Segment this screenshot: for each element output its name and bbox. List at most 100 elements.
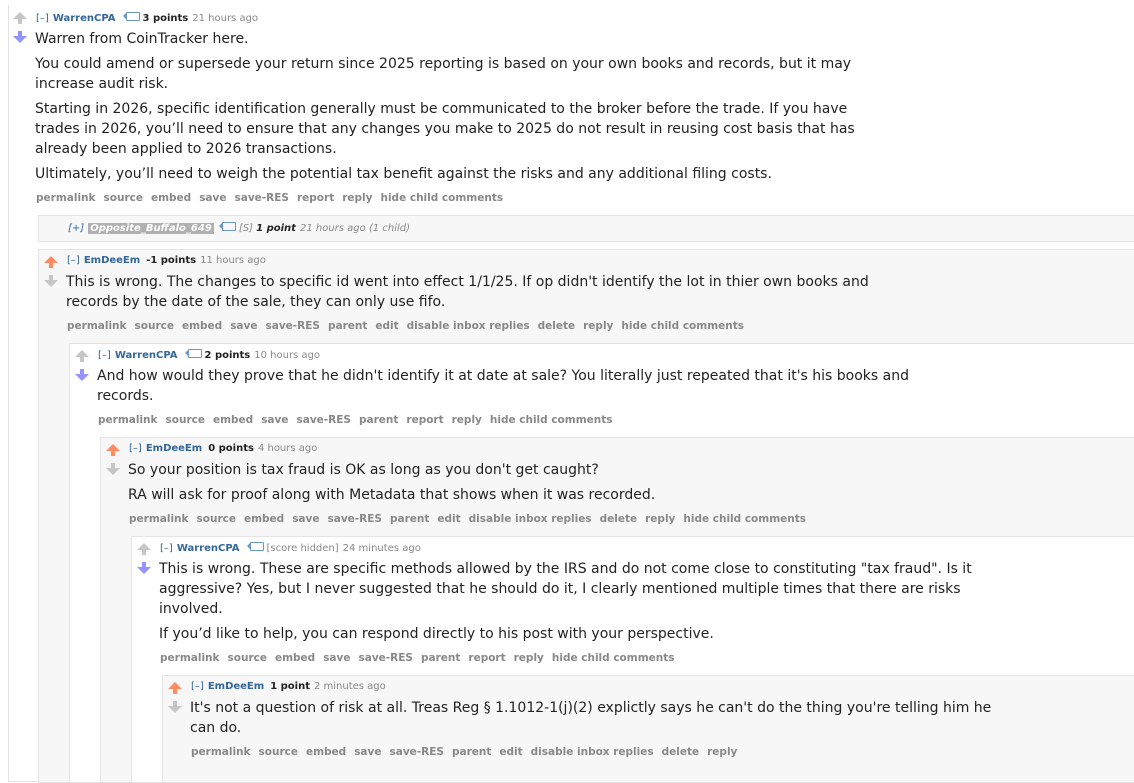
user-tag-icon[interactable] <box>218 222 236 231</box>
embed-button[interactable]: embed <box>244 513 284 525</box>
reply-button[interactable]: reply <box>645 513 675 525</box>
comment-author[interactable]: Opposite_Buffalo_649 <box>88 223 214 234</box>
source-button[interactable]: source <box>197 513 236 525</box>
report-button[interactable]: report <box>297 192 334 204</box>
comment-time: 4 hours ago <box>257 443 318 454</box>
permalink-button[interactable]: permalink <box>160 652 220 664</box>
save-res-button[interactable]: save-RES <box>328 513 382 525</box>
disable-inbox-replies-button[interactable]: disable inbox replies <box>469 513 592 525</box>
delete-button[interactable]: delete <box>662 746 700 758</box>
collapse-toggle[interactable]: [–] <box>36 13 49 24</box>
parent-button[interactable]: parent <box>390 513 429 525</box>
upvote-arrow-icon[interactable] <box>137 543 151 555</box>
collapse-toggle[interactable]: [–] <box>98 350 111 361</box>
save-button[interactable]: save <box>354 746 381 758</box>
user-tag-icon[interactable] <box>246 542 264 551</box>
collapse-toggle[interactable]: [–] <box>191 681 204 692</box>
permalink-button[interactable]: permalink <box>36 192 96 204</box>
report-button[interactable]: report <box>468 652 505 664</box>
embed-button[interactable]: embed <box>151 192 191 204</box>
comment-score: 0 points <box>208 443 254 454</box>
downvote-arrow-icon[interactable] <box>168 701 182 713</box>
comment-author[interactable]: WarrenCPA <box>115 350 178 361</box>
downvote-arrow-icon[interactable] <box>137 562 151 574</box>
comment-6-body: It's not a question of risk at all. Trea… <box>190 698 1020 743</box>
hide-child-comments-button[interactable]: hide child comments <box>552 652 675 664</box>
permalink-button[interactable]: permalink <box>98 414 158 426</box>
upvote-arrow-icon[interactable] <box>168 682 182 694</box>
hide-child-comments-button[interactable]: hide child comments <box>683 513 806 525</box>
embed-button[interactable]: embed <box>306 746 346 758</box>
upvote-arrow-icon[interactable] <box>75 350 89 362</box>
comment-paragraph: If you’d like to help, you can respond d… <box>159 626 714 642</box>
comment-3-tagline: [–] WarrenCPA 2 points 10 hours ago <box>98 349 320 362</box>
permalink-button[interactable]: permalink <box>129 513 189 525</box>
save-button[interactable]: save <box>323 652 350 664</box>
save-res-button[interactable]: save-RES <box>235 192 289 204</box>
comment-author[interactable]: EmDeeEm <box>146 443 202 454</box>
downvote-arrow-icon[interactable] <box>13 31 27 43</box>
save-button[interactable]: save <box>230 320 257 332</box>
source-button[interactable]: source <box>259 746 298 758</box>
save-button[interactable]: save <box>261 414 288 426</box>
disable-inbox-replies-button[interactable]: disable inbox replies <box>531 746 654 758</box>
save-res-button[interactable]: save-RES <box>266 320 320 332</box>
downvote-arrow-icon[interactable] <box>106 463 120 475</box>
hide-child-comments-button[interactable]: hide child comments <box>380 192 503 204</box>
report-button[interactable]: report <box>406 414 443 426</box>
collapse-toggle[interactable]: [–] <box>129 443 142 454</box>
parent-button[interactable]: parent <box>359 414 398 426</box>
downvote-arrow-icon[interactable] <box>75 369 89 381</box>
comment-paragraph: This is wrong. The changes to specific i… <box>66 274 869 310</box>
embed-button[interactable]: embed <box>182 320 222 332</box>
source-button[interactable]: source <box>166 414 205 426</box>
comment-score: 1 point <box>256 223 296 234</box>
comment-3-buttons: permalink source embed save save-RES parent re… <box>98 414 621 426</box>
save-res-button[interactable]: save-RES <box>359 652 413 664</box>
hide-child-comments-button[interactable]: hide child comments <box>621 320 744 332</box>
edit-button[interactable]: edit <box>499 746 522 758</box>
embed-button[interactable]: embed <box>275 652 315 664</box>
save-button[interactable]: save <box>199 192 226 204</box>
reply-button[interactable]: reply <box>707 746 737 758</box>
save-res-button[interactable]: save-RES <box>297 414 351 426</box>
hide-child-comments-button[interactable]: hide child comments <box>490 414 613 426</box>
collapse-toggle[interactable]: [–] <box>160 543 173 554</box>
upvote-arrow-icon[interactable] <box>44 256 58 268</box>
user-tag-icon[interactable] <box>122 12 140 21</box>
reply-button[interactable]: reply <box>583 320 613 332</box>
comment-author[interactable]: EmDeeEm <box>84 255 140 266</box>
delete-button[interactable]: delete <box>600 513 638 525</box>
collapse-toggle[interactable]: [–] <box>67 255 80 266</box>
parent-button[interactable]: parent <box>421 652 460 664</box>
delete-button[interactable]: delete <box>538 320 576 332</box>
comment-author[interactable]: WarrenCPA <box>53 13 116 24</box>
disable-inbox-replies-button[interactable]: disable inbox replies <box>407 320 530 332</box>
save-res-button[interactable]: save-RES <box>390 746 444 758</box>
edit-button[interactable]: edit <box>375 320 398 332</box>
parent-button[interactable]: parent <box>328 320 367 332</box>
comment-time: 24 minutes ago <box>342 543 421 554</box>
save-button[interactable]: save <box>292 513 319 525</box>
expand-toggle[interactable]: [+] <box>68 223 84 234</box>
comment-paragraph: Warren from CoinTracker here. <box>35 31 249 47</box>
comment-author[interactable]: WarrenCPA <box>177 543 240 554</box>
upvote-arrow-icon[interactable] <box>13 12 27 24</box>
reply-button[interactable]: reply <box>342 192 372 204</box>
source-button[interactable]: source <box>228 652 267 664</box>
permalink-button[interactable]: permalink <box>191 746 251 758</box>
reply-button[interactable]: reply <box>452 414 482 426</box>
user-tag-icon[interactable] <box>184 349 202 358</box>
permalink-button[interactable]: permalink <box>67 320 127 332</box>
source-button[interactable]: source <box>135 320 174 332</box>
source-button[interactable]: source <box>104 192 143 204</box>
comment-author[interactable]: EmDeeEm <box>208 681 264 692</box>
reply-button[interactable]: reply <box>514 652 544 664</box>
parent-button[interactable]: parent <box>452 746 491 758</box>
embed-button[interactable]: embed <box>213 414 253 426</box>
downvote-arrow-icon[interactable] <box>44 275 58 287</box>
edit-button[interactable]: edit <box>437 513 460 525</box>
comment-4-body: So your position is tax fraud is OK as l… <box>128 460 958 510</box>
upvote-arrow-icon[interactable] <box>106 444 120 456</box>
comment-score: 3 points <box>142 13 189 24</box>
